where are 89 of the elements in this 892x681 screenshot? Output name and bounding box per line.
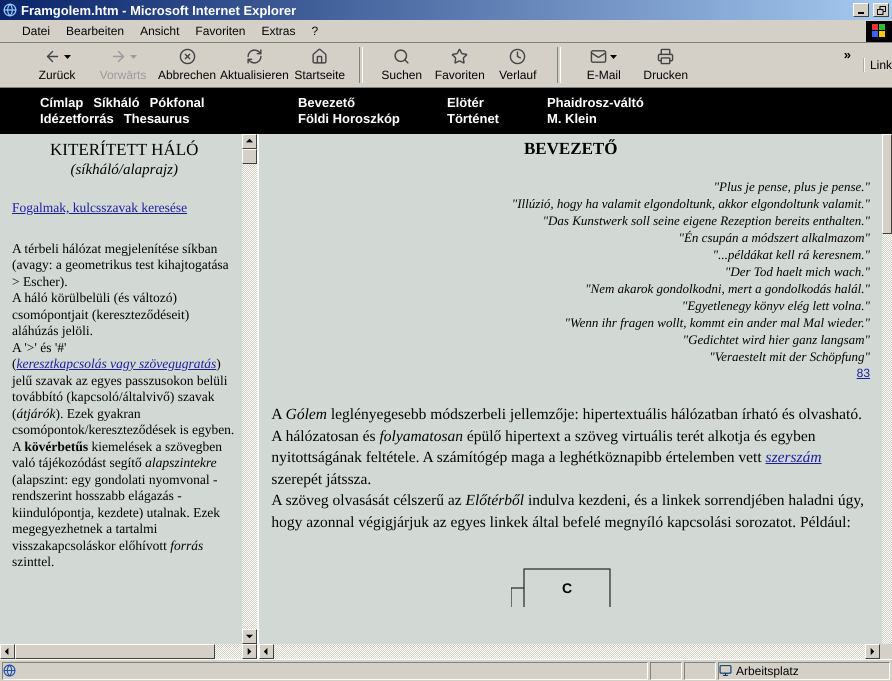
toolbar-button[interactable]: Suchen — [372, 48, 431, 82]
quote: "Wenn ihr fragen wollt, kommt ein ander mal Mal wieder." — [564, 314, 870, 331]
toolbar-button[interactable]: Zurück — [24, 48, 90, 82]
vertical-scrollbar[interactable] — [242, 134, 258, 644]
text-link[interactable]: keresztkapcsolás vagy szövegugratás — [16, 356, 216, 371]
toolbar-button[interactable]: Abbrechen — [156, 48, 218, 82]
paragraph: A kövérbetűs kiemelések a szövegben való tájékozódást segítő alapszintekre (alapszint: egy gondolati nyomvonal - rendszerint hosszabb elágazás - kiindulópontja, kezdete) utalnak. Ezek megegyezhetnek a tartalmi visszakapcsoláskor előhívott forrás szinttel. — [12, 438, 223, 570]
search-link[interactable]: Fogalmak, kulcsszavak keresése — [12, 200, 188, 215]
toolbar-button[interactable]: Drucken — [636, 48, 695, 82]
frame-subtitle: (síkháló/alaprajz) — [69, 161, 179, 180]
menu-item[interactable]: Favoriten — [187, 24, 254, 38]
printer-icon — [657, 48, 674, 65]
frame-title: KITERÍTETT HÁLÓ — [49, 140, 200, 160]
restore-button[interactable] — [873, 3, 889, 17]
toolbar-button[interactable]: Favoriten — [430, 48, 489, 82]
browser-icon — [3, 3, 17, 17]
quote: "Der Tod haelt mich wach." — [724, 263, 870, 280]
scroll-left-button[interactable] — [0, 644, 15, 659]
nav-link[interactable]: Történet — [447, 111, 499, 127]
status-pane — [650, 662, 682, 680]
menu-item[interactable]: Ansicht — [132, 24, 188, 38]
paragraph: A szöveg olvasását célszerű az Előtérből indulva kezdeni, és a linkek sorrendjében haladni úgy, hogy azonnal végigjárjuk az egyes linkek által befelé megnyíló kapcsolási sorozatot. Például: — [271, 491, 865, 532]
quote: "Das Kunstwerk soll seine eigene Rezeption bereits enthalten." — [542, 212, 870, 229]
toolbar-button[interactable]: E-Mail — [570, 48, 637, 82]
clock-icon — [509, 48, 526, 65]
star-icon — [451, 48, 468, 65]
menu-item[interactable]: Extras — [253, 24, 304, 38]
minimize-button[interactable] — [853, 3, 869, 17]
page-heading: BEVEZETŐ — [522, 138, 618, 160]
menu-item[interactable]: Bearbeiten — [58, 24, 132, 38]
vertical-scrollbar[interactable] — [882, 134, 892, 644]
nav-link[interactable]: Pókfonal — [150, 95, 204, 111]
home-icon — [311, 48, 328, 65]
toolbar-button[interactable]: Startseite — [290, 48, 349, 82]
computer-icon — [719, 664, 732, 677]
quote: "Gedichtet wird hier ganz langsam" — [682, 331, 870, 348]
caret-icon — [610, 54, 618, 58]
nav-link[interactable]: Címlap — [40, 95, 84, 111]
horizontal-scrollbar[interactable] — [0, 644, 258, 659]
quote: "Illúzió, hogy ha valamit elgondoltunk, akkor elgondoltunk valamit." — [512, 195, 870, 212]
scroll-down-icon — [245, 632, 254, 641]
mail-icon — [590, 48, 608, 65]
scroll-thumb[interactable] — [15, 644, 215, 659]
nav-link[interactable]: Síkháló — [93, 95, 140, 111]
diagram-drawing: C — [511, 567, 612, 607]
status-pane — [684, 662, 716, 680]
restore-icon — [876, 6, 886, 14]
scroll-right-button[interactable] — [865, 644, 880, 659]
stop-icon — [178, 48, 196, 65]
scroll-right-button[interactable] — [242, 644, 258, 659]
quote: "...példákat kell rá keresnem." — [712, 246, 870, 263]
nav-link[interactable]: Elötér — [447, 95, 484, 111]
links-toolbar-label[interactable]: Link — [862, 58, 892, 72]
scroll-right-icon — [868, 647, 877, 656]
toolbar-button[interactable]: Aktualisieren — [218, 48, 291, 82]
scroll-left-button[interactable] — [259, 644, 274, 659]
paragraph: A '>' és '#' (keresztkapcsolás vagy szövegugratás) jelű szavak az egyes passzusokon belüli továbbító (kapcsoló/általvivő) szavak (átjárók). Ezek gyakran csomópontok/kereszteződések is egyben. — [12, 340, 236, 438]
quote: "Egyetlenegy könyv elég lett volna." — [682, 297, 870, 314]
paragraph: A térbeli hálózat megjelenítése síkban (avagy: a geometrikus test kihajtogatása > Escher). — [12, 240, 230, 290]
page-link[interactable]: 83 — [856, 365, 870, 382]
scroll-down-button[interactable] — [242, 629, 258, 644]
toolbar-button[interactable]: Verlauf — [488, 48, 547, 82]
scroll-thumb[interactable] — [242, 149, 258, 164]
refresh-icon — [246, 48, 263, 65]
quote: "Veraestelt mit der Schöpfung" — [709, 348, 870, 365]
quote: "Nem akarok gondolkodni, mert a gondolkodás halál." — [585, 280, 870, 297]
text-link[interactable]: szerszám — [766, 449, 822, 466]
caret-icon — [130, 54, 136, 58]
nav-link[interactable]: M. Klein — [547, 111, 597, 127]
nav-link[interactable]: Idézetforrás — [40, 111, 114, 127]
paragraph: A Gólem leglényegesebb módszerbeli jellemzője: hipertextuális hálózatban írható és olvasható. A hálózatosan és folyamatosan épülő hipertext a szöveg virtuális terét alkotja és egyben nyitottságának feltétele. A számítógép maga a leghétköznapibb értelemben vett szerszám szerepét játssza. — [271, 405, 863, 490]
paragraph: A háló körülbelüli (és változó) csomópontjait (kereszteződéseit) aláhúzás jelöli. — [12, 290, 190, 340]
toolbar-overflow-button[interactable]: » — [844, 47, 851, 62]
search-icon — [393, 48, 410, 65]
menu-item[interactable]: Datei — [14, 24, 58, 38]
scroll-thumb[interactable] — [882, 134, 892, 234]
zone-label: Arbeitsplatz — [736, 664, 799, 678]
nav-link[interactable]: Phaidrosz-váltó — [547, 95, 644, 111]
windows-logo-icon — [866, 20, 892, 42]
nav-link[interactable]: Thesaurus — [124, 111, 190, 127]
quote: "Plus je pense, plus je pense." — [714, 178, 870, 195]
page-icon — [3, 664, 16, 677]
quote: "Én csupán a módszert alkalmazom" — [678, 229, 870, 246]
menu-item[interactable]: ? — [303, 24, 326, 38]
nav-link[interactable]: Földi Horoszkóp — [298, 111, 400, 127]
caret-icon — [64, 54, 70, 58]
nav-link[interactable]: Bevezető — [298, 95, 356, 111]
scroll-up-button[interactable] — [242, 134, 258, 149]
window-title: Framgolem.htm - Microsoft Internet Explorer — [21, 2, 298, 18]
